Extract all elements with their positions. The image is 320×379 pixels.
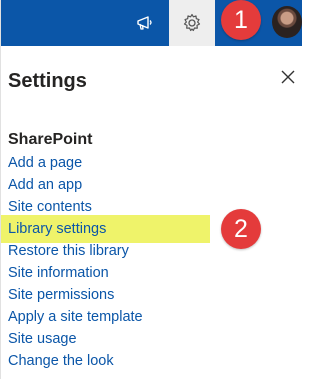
- settings-screenshot: 1 Settings SharePoint Add a page Add an …: [0, 0, 302, 379]
- megaphone-icon: [137, 16, 152, 30]
- menu-item-site-permissions[interactable]: Site permissions: [1, 284, 302, 306]
- user-avatar[interactable]: [272, 6, 302, 38]
- step-badge-2: 2: [221, 209, 261, 249]
- panel-title: Settings: [8, 70, 87, 92]
- settings-menu: Add a page Add an app Site contents Libr…: [1, 152, 302, 372]
- menu-item-site-information[interactable]: Site information: [1, 262, 302, 284]
- menu-item-add-an-app[interactable]: Add an app: [1, 174, 302, 196]
- menu-item-site-usage[interactable]: Site usage: [1, 328, 302, 350]
- gear-icon: [183, 13, 201, 32]
- close-icon: [281, 70, 295, 84]
- step-badge-1: 1: [221, 0, 261, 40]
- close-panel-button[interactable]: [277, 66, 299, 88]
- menu-item-apply-a-site-template[interactable]: Apply a site template: [1, 306, 302, 328]
- menu-item-add-a-page[interactable]: Add a page: [1, 152, 302, 174]
- menu-item-restore-this-library[interactable]: Restore this library: [1, 240, 302, 262]
- feedback-button[interactable]: [123, 0, 167, 46]
- menu-item-library-settings[interactable]: Library settings: [1, 215, 210, 243]
- menu-item-change-the-look[interactable]: Change the look: [1, 350, 302, 372]
- settings-gear-button[interactable]: [169, 0, 215, 46]
- section-heading: SharePoint: [8, 131, 93, 148]
